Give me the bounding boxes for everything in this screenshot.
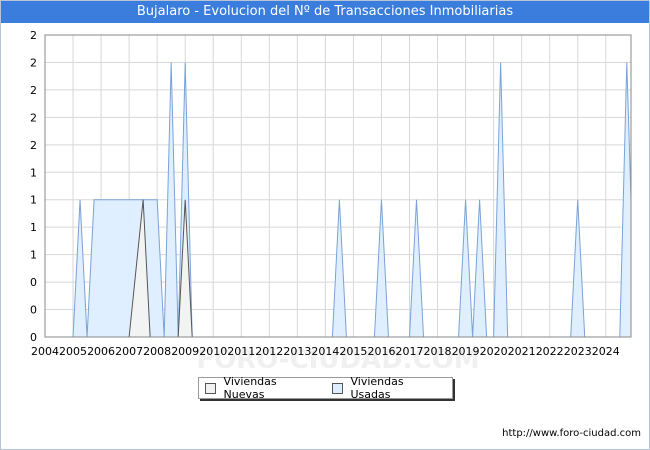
x-tick-label: 2020 [480,345,508,358]
y-tick-label: 0 [30,304,37,317]
y-tick-label: 2 [30,139,37,152]
x-tick-label: 2011 [227,345,255,358]
x-tick-label: 2005 [59,345,87,358]
y-tick-label: 1 [30,249,37,262]
x-tick-label: 2014 [311,345,339,358]
y-tick-label: 1 [30,194,37,207]
x-tick-label: 2015 [339,345,367,358]
y-tick-label: 2 [30,56,37,69]
x-tick-label: 2019 [452,345,480,358]
x-tick-label: 2006 [87,345,115,358]
y-tick-label: 1 [30,221,37,234]
legend-swatch-usadas [331,382,343,394]
x-tick-label: 2018 [424,345,452,358]
x-tick-label: 2004 [31,345,59,358]
x-tick-label: 2016 [367,345,395,358]
x-tick-label: 2017 [395,345,423,358]
x-tick-label: 2009 [171,345,199,358]
x-tick-label: 2013 [283,345,311,358]
y-tick-label: 1 [30,166,37,179]
legend-swatch-nuevas [205,382,216,394]
y-tick-label: 2 [30,111,37,124]
x-tick-label: 2022 [536,345,564,358]
y-tick-label: 0 [30,276,37,289]
legend: Viviendas Nuevas Viviendas Usadas [198,375,453,401]
legend-label-nuevas: Viviendas Nuevas [223,375,277,401]
legend-item-nuevas: Viviendas Nuevas [205,375,316,401]
x-tick-label: 2007 [115,345,143,358]
y-tick-label: 2 [30,84,37,97]
x-tick-label: 2023 [564,345,592,358]
y-tick-label: 0 [30,331,37,344]
x-tick-label: 2024 [592,345,620,358]
x-tick-label: 2021 [508,345,536,358]
y-tick-label: 2 [30,29,37,42]
legend-label-usadas: Viviendas Usadas [350,375,404,401]
footer-url[interactable]: http://www.foro-ciudad.com [502,428,641,439]
x-tick-label: 2012 [255,345,283,358]
x-tick-label: 2008 [143,345,171,358]
x-tick-label: 2010 [199,345,227,358]
legend-item-usadas: Viviendas Usadas [331,375,442,401]
